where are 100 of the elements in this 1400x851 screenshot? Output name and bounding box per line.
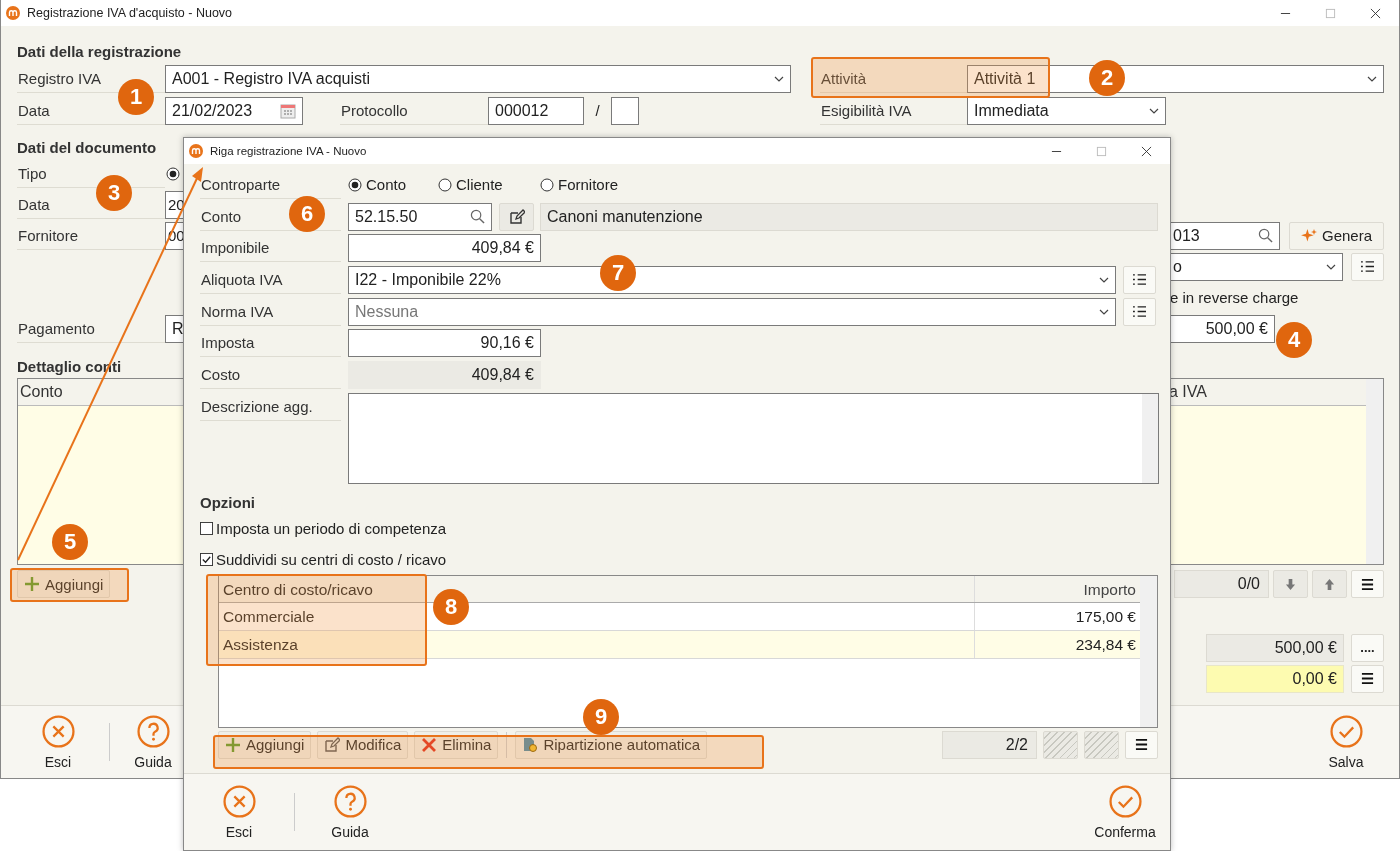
select-field[interactable]: o <box>1170 252 1343 281</box>
separator-text: / <box>594 102 601 119</box>
menu-icon <box>1360 577 1375 591</box>
select-field[interactable]: Nessuna <box>348 297 1116 326</box>
radio-button[interactable] <box>166 166 180 181</box>
difference-field: 0,00 € <box>1206 664 1344 693</box>
search-icon[interactable] <box>1258 228 1273 243</box>
menu-button[interactable] <box>1125 730 1158 759</box>
suffix-field[interactable] <box>611 96 639 125</box>
menu-icon <box>1360 672 1375 685</box>
checkbox-icon <box>200 521 213 535</box>
column-header: Importo <box>1082 579 1137 600</box>
list-icon <box>1132 305 1147 319</box>
app-logo-icon <box>6 6 20 20</box>
field-label: Descrizione agg. <box>200 392 341 421</box>
help-button[interactable]: Guida <box>120 714 186 770</box>
auto-split-button[interactable]: Ripartizione automatica <box>515 730 708 759</box>
radio-icon <box>540 177 554 192</box>
caret-icon <box>1367 75 1377 82</box>
menu-button[interactable] <box>1351 664 1384 693</box>
registro-select[interactable]: A001 - Registro IVA acquisti <box>165 64 791 93</box>
app-logo-icon <box>189 144 203 158</box>
menu-button[interactable] <box>1351 570 1384 598</box>
exit-button[interactable]: Esci <box>206 784 272 840</box>
list-button[interactable] <box>1123 297 1156 326</box>
section-heading: Opzioni <box>200 492 256 513</box>
radio-option[interactable]: Conto <box>348 176 438 194</box>
account-field[interactable]: 52.15.50 <box>348 202 492 231</box>
esigibilita-select[interactable]: Immediata <box>967 96 1166 125</box>
edit-icon <box>324 736 341 753</box>
account-description: Canoni manutenzione <box>540 202 1158 231</box>
arrow-up-icon <box>1324 577 1335 591</box>
scrollbar[interactable] <box>1366 379 1383 564</box>
caret-icon <box>1099 276 1109 283</box>
checkbox-icon <box>200 552 213 566</box>
window-title: Registrazione IVA d'acquisto - Nuovo <box>27 6 233 20</box>
caret-icon <box>1326 263 1336 270</box>
close-icon[interactable] <box>1370 7 1381 19</box>
list-button[interactable] <box>1123 265 1156 294</box>
description-textarea[interactable] <box>348 392 1159 484</box>
move-down-button[interactable] <box>1273 570 1308 598</box>
close-icon[interactable] <box>1141 145 1152 157</box>
check-icon <box>1108 784 1142 818</box>
add-button[interactable]: Aggiungi <box>218 730 312 759</box>
radio-option[interactable]: Cliente <box>438 176 540 194</box>
move-up-button[interactable] <box>1312 570 1347 598</box>
field-label: Norma IVA <box>200 297 341 326</box>
column-header: Conto <box>19 382 63 402</box>
delete-button[interactable]: Elimina <box>414 730 499 759</box>
check-icon <box>1329 714 1363 748</box>
help-icon <box>136 714 170 748</box>
cross-icon <box>421 736 438 753</box>
option-label: e in reverse charge <box>1170 289 1300 306</box>
table-cell-text: 234,84 € <box>1074 634 1137 655</box>
checkbox-option[interactable]: Imposta un periodo di competenza <box>200 512 1158 544</box>
scrollbar[interactable] <box>1140 575 1157 727</box>
list-button[interactable] <box>1351 252 1384 281</box>
confirm-button[interactable]: Conferma <box>1092 784 1158 840</box>
exit-button[interactable]: Esci <box>25 714 91 770</box>
help-icon <box>333 784 367 818</box>
edit-button[interactable]: Modifica <box>317 730 409 759</box>
amount-field[interactable]: 90,16 € <box>348 329 541 358</box>
list-icon <box>1132 273 1147 287</box>
genera-button[interactable]: Genera <box>1289 221 1384 250</box>
close-icon <box>41 714 75 748</box>
record-counter: 0/0 <box>1174 570 1269 598</box>
arrow-down-icon <box>1285 577 1296 591</box>
field-label: Aliquota IVA <box>200 265 341 294</box>
table-row[interactable]: Assistenza 234,84 € <box>219 630 1140 659</box>
section-heading: Dati della registrazione <box>17 42 182 62</box>
caret-icon <box>774 75 784 82</box>
radio-icon <box>348 177 362 192</box>
numero-field[interactable]: 013 <box>1170 221 1280 250</box>
total-field: 500,00 € <box>1206 633 1344 662</box>
document-search-icon <box>522 736 539 753</box>
radio-icon <box>438 177 452 192</box>
save-button[interactable]: Salva <box>1313 714 1379 770</box>
radio-option[interactable]: Fornitore <box>540 176 642 194</box>
caret-icon <box>1149 107 1159 114</box>
amount-field[interactable]: 409,84 € <box>348 234 541 263</box>
menu-icon <box>1134 738 1149 752</box>
more-button[interactable]: .... <box>1351 633 1384 662</box>
add-button[interactable]: Aggiungi <box>17 570 111 598</box>
cost-field: 409,84 € <box>348 360 541 389</box>
field-label: Imposta <box>200 329 341 358</box>
search-icon[interactable] <box>470 209 485 225</box>
field-label: Imponibile <box>200 234 341 263</box>
protocollo-field[interactable]: 000012 <box>488 96 584 125</box>
record-counter: 2/2 <box>942 730 1037 759</box>
help-button[interactable]: Guida <box>317 784 383 840</box>
calendar-icon[interactable] <box>280 102 296 119</box>
plus-icon <box>225 736 241 753</box>
edit-icon <box>508 208 525 225</box>
edit-button[interactable] <box>499 202 534 231</box>
section-heading: Dati del documento <box>17 138 157 158</box>
date-field[interactable]: 21/02/2023 <box>165 96 303 125</box>
total-field[interactable]: 500,00 € <box>1170 314 1275 343</box>
checkbox-option[interactable]: Suddividi su centri di costo / ricavo <box>200 543 1158 575</box>
plus-icon <box>24 576 40 592</box>
table-cell: Assistenza <box>219 630 975 658</box>
